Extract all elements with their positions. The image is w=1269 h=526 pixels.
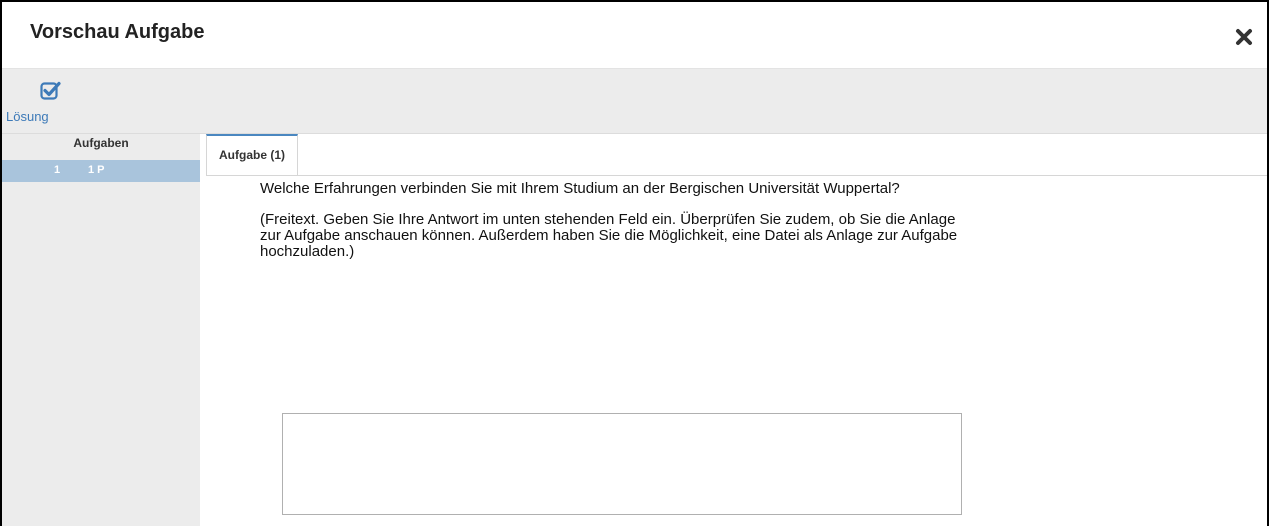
sidebar-header: Aufgaben xyxy=(73,136,129,150)
sidebar-item-task-1[interactable]: 1 1 P xyxy=(2,160,200,182)
question-instructions: (Freitext. Geben Sie Ihre Antwort im unt… xyxy=(260,211,958,260)
close-button[interactable] xyxy=(1235,28,1253,46)
tab-strip: Aufgabe (1) xyxy=(206,134,1267,176)
toolbar: Lösung xyxy=(2,69,1267,134)
preview-dialog: Vorschau Aufgabe Lösung Aufgaben 1 1 P A… xyxy=(0,0,1269,526)
task-points: 1 P xyxy=(88,164,105,176)
question-prompt: Welche Erfahrungen verbinden Sie mit Ihr… xyxy=(260,180,900,197)
solution-button[interactable]: Lösung xyxy=(6,79,70,125)
solution-label: Lösung xyxy=(6,109,49,124)
task-sidebar: Aufgaben 1 1 P xyxy=(2,134,200,526)
content-area: Aufgabe (1) Welche Erfahrungen verbinden… xyxy=(206,134,1267,526)
tab-task-1[interactable]: Aufgabe (1) xyxy=(206,134,298,175)
task-number: 1 xyxy=(54,164,61,176)
dialog-title: Vorschau Aufgabe xyxy=(30,21,205,43)
close-icon xyxy=(1236,29,1252,45)
checkbox-check-icon xyxy=(40,81,61,100)
dialog-header: Vorschau Aufgabe xyxy=(2,2,1267,69)
question-text: Welche Erfahrungen verbinden Sie mit Ihr… xyxy=(260,181,980,275)
answer-input[interactable] xyxy=(282,413,962,515)
